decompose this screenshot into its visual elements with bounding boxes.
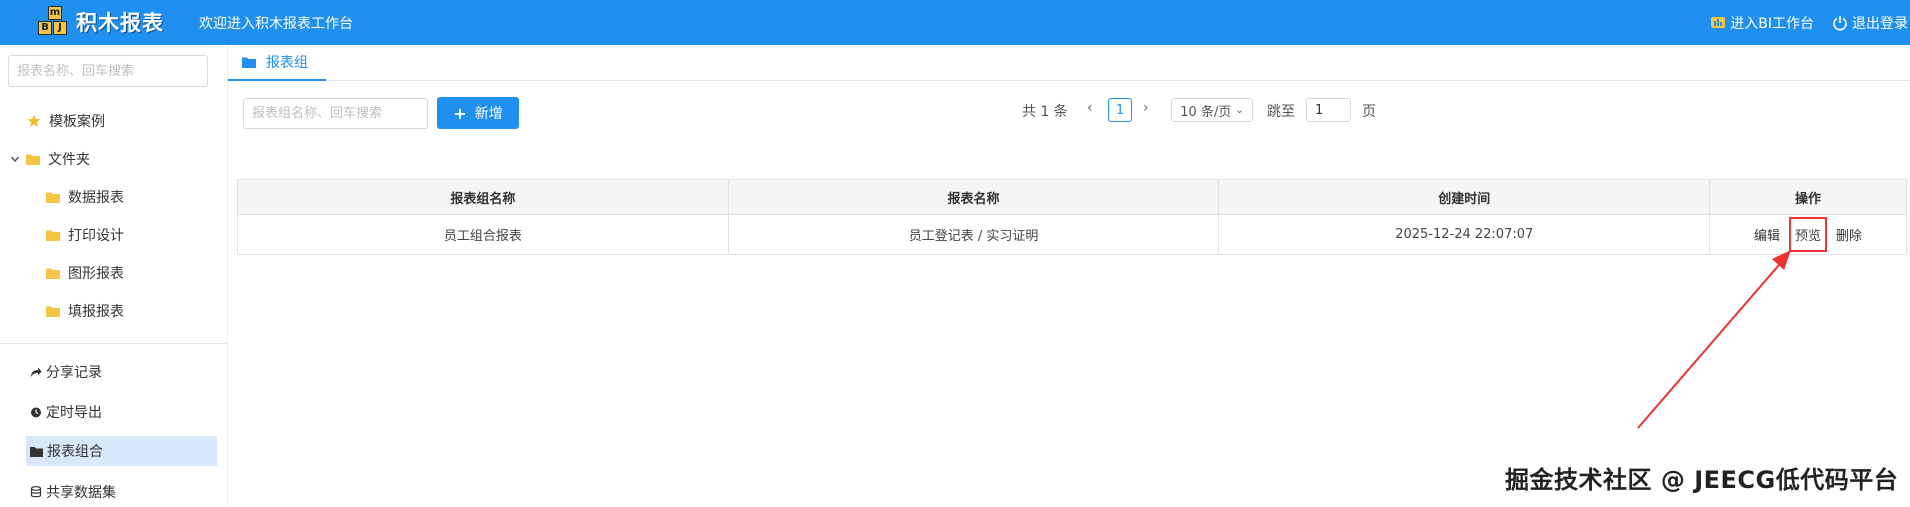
folder-icon [46,267,60,279]
report-names-cell: 员工登记表 / 实习证明 [727,214,1220,255]
tree-item-label: 数据报表 [68,190,124,206]
header-actions: 进入BI工作台 退出登录 [1710,13,1910,33]
edit-link[interactable]: 编辑 [1754,229,1780,244]
tab-report-group[interactable]: 报表组 [228,45,326,81]
pagination-total: 共 1 条 [1022,104,1068,120]
menu-item-share-records[interactable]: 分享记录 [26,357,217,387]
group-name-cell: 员工组合报表 [237,214,729,255]
folder-icon [46,191,60,203]
tree-item-templates[interactable]: 模板案例 [27,109,105,133]
delete-link[interactable]: 删除 [1836,229,1862,244]
tab-label: 报表组 [266,55,308,71]
logo-block: J [53,21,67,35]
preview-link[interactable]: 预览 [1789,217,1828,252]
star-icon [27,114,41,128]
chevron-down-icon [10,154,20,164]
add-button[interactable]: + 新增 [437,97,519,129]
chevron-down-icon: ⌄ [1235,104,1244,116]
tree-item-label: 模板案例 [49,114,105,130]
report-group-table: 报表组名称 报表名称 创建时间 操作 员工组合报表 员工登记表 / 实习证明 2… [237,179,1907,255]
logout-label: 退出登录 [1852,16,1908,32]
tree-item-data-reports[interactable]: 数据报表 [46,185,124,209]
tree-item-folder-root[interactable]: 文件夹 [10,147,90,171]
column-header[interactable]: 报表名称 [727,179,1220,215]
column-header: 操作 [1709,179,1907,215]
tree-item-label: 打印设计 [68,228,124,244]
top-header: m B J 积木报表 欢迎进入积木报表工作台 进入BI工作台 退出登录 [0,0,1910,45]
actions-cell: 编辑 预览 删除 [1709,214,1907,255]
menu-item-report-combination[interactable]: 报表组合 [26,436,217,466]
share-icon [30,366,42,378]
page-suffix-label: 页 [1362,104,1376,120]
menu-item-shared-dataset[interactable]: 共享数据集 [26,477,217,507]
sidebar: 模板案例 文件夹 数据报表 打印设计 图形报表 填报报表 [0,45,228,506]
folder-icon [46,229,60,241]
logo-block: m [48,6,62,20]
report-search-input[interactable] [8,55,208,87]
prev-page-icon[interactable]: ‹ [1087,100,1093,116]
page-size-select[interactable]: 10 条/页 ⌄ [1171,98,1253,122]
app-logo[interactable]: m B J 积木报表 [38,6,164,38]
tree-item-label: 图形报表 [68,266,124,282]
bi-workbench-link[interactable]: 进入BI工作台 [1710,13,1814,33]
column-header[interactable]: 创建时间 [1218,179,1711,215]
jump-page-input[interactable] [1306,98,1351,122]
folder-icon [242,56,256,68]
table-row[interactable]: 员工组合报表 员工登记表 / 实习证明 2025-12-24 22:07:07 … [237,214,1907,255]
timer-icon [30,406,42,418]
tree-item-label: 填报报表 [68,304,124,320]
logo-block: B [38,21,52,35]
welcome-text: 欢迎进入积木报表工作台 [199,16,353,32]
menu-item-label: 定时导出 [46,405,102,421]
group-search-input[interactable] [243,98,428,129]
pagination-current-page[interactable]: 1 [1108,98,1132,122]
tree-item-print-design[interactable]: 打印设计 [46,223,124,247]
bi-link-label: 进入BI工作台 [1730,16,1814,32]
database-icon [30,486,42,498]
add-button-label: 新增 [474,106,503,122]
logo-blocks-icon: m B J [38,6,72,38]
logo-text: 积木报表 [76,11,164,35]
next-page-icon[interactable]: › [1143,100,1149,116]
tree-item-label: 文件夹 [48,152,90,168]
column-header[interactable]: 报表组名称 [237,179,729,215]
menu-item-scheduled-export[interactable]: 定时导出 [26,397,217,427]
tree-item-chart-reports[interactable]: 图形报表 [46,261,124,285]
watermark-text: 掘金技术社区 @ JEECG低代码平台 [1505,466,1899,494]
tree-item-fill-reports[interactable]: 填报报表 [46,299,124,323]
plus-icon: + [453,103,467,123]
table-header-row: 报表组名称 报表名称 创建时间 操作 [237,179,1907,215]
folder-icon [26,153,40,165]
sidebar-divider [0,343,228,344]
menu-item-label: 共享数据集 [46,485,116,501]
created-time-cell: 2025-12-24 22:07:07 [1218,214,1711,255]
tab-bar: 报表组 [228,45,1910,81]
bi-icon [1711,17,1726,28]
folder-icon [46,305,60,317]
jump-label: 跳至 [1267,104,1295,120]
page-size-value: 10 条/页 [1180,104,1232,120]
menu-item-label: 报表组合 [47,444,103,460]
folder-icon [30,446,43,457]
menu-item-label: 分享记录 [46,365,102,381]
logout-link[interactable]: 退出登录 [1832,13,1908,33]
power-icon [1833,16,1847,31]
